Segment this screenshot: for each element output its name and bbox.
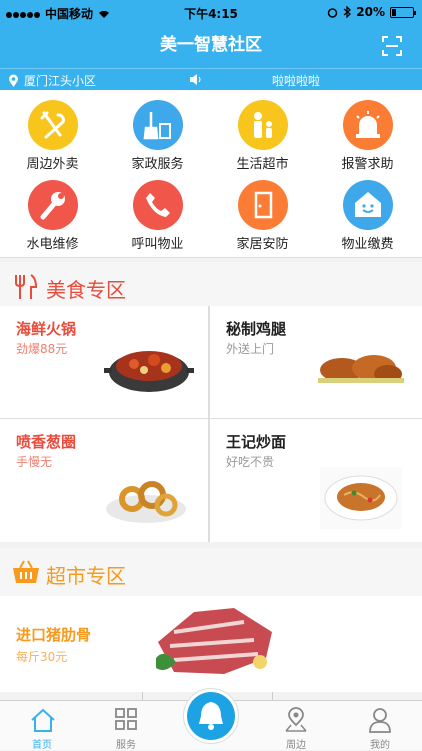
chicken-leg-image [318,355,404,383]
user-icon [369,708,391,733]
tab-label: 首页 [32,740,52,751]
food-section-title: 美食专区 [46,278,126,302]
utensils-icon [28,100,78,150]
food-section: 海鲜火锅 劲爆88元 秘制鸡腿 外送上门 喷香葱圈 手慢无 王记炒面 好吃不贵 [0,306,422,542]
top-bar: 中国移动 下午4:15 20% 美一智慧社区 [0,0,422,68]
market-section: 进口猪肋骨 每斤30元 [0,596,422,700]
food-desc: 外送上门 [226,342,275,356]
family-icon [238,100,288,150]
tab-label: 服务 [116,740,136,751]
status-bar: 中国移动 下午4:15 20% [0,0,422,24]
food-item-onion-rings[interactable]: 喷香葱圈 手慢无 [0,419,208,542]
food-item-hotpot[interactable]: 海鲜火锅 劲爆88元 [0,306,208,418]
battery-percent: 20% [356,5,385,19]
grid-icon [115,708,137,730]
phone-icon [133,180,183,230]
market-section-header: 超市专区 [0,548,422,596]
food-desc: 手慢无 [16,455,53,469]
tab-nearby[interactable]: 周边 [254,700,338,751]
service-label: 物业缴费 [341,237,394,252]
page-title: 美一智慧社区 [160,35,262,55]
announcement-text[interactable]: 啦啦啦啦 [272,72,320,89]
divider [272,692,273,700]
home-icon [31,708,55,732]
door-icon [238,180,288,230]
food-name: 海鲜火锅 [16,320,77,338]
market-section-title: 超市专区 [46,564,126,588]
tab-label: 周边 [286,740,306,751]
alarm-clock-icon [328,7,338,18]
location-selector[interactable]: 厦门江头小区 [8,72,96,89]
service-label: 呼叫物业 [131,237,184,252]
hotpot-image [104,351,194,392]
alarm-icon [343,100,393,150]
food-name: 王记炒面 [226,433,287,451]
pork-ribs-image [156,608,272,674]
location-bar: 厦门江头小区 啦啦啦啦 [0,68,422,90]
food-section-header: 美食专区 [0,262,422,310]
service-alarm[interactable]: 报警求助 [315,90,420,174]
service-supermarket[interactable]: 生活超市 [210,90,315,174]
wrench-icon [28,180,78,230]
basket-icon [13,560,39,583]
market-item-name: 进口猪肋骨 [16,626,92,644]
food-name: 喷香葱圈 [16,433,77,451]
battery-icon [390,6,416,18]
food-desc: 劲爆88元 [16,342,68,356]
service-home-security[interactable]: 家居安防 [210,170,315,254]
service-repair[interactable]: 水电维修 [0,170,105,254]
scan-icon[interactable] [382,36,402,56]
fork-knife-icon [15,274,38,299]
service-label: 水电维修 [26,237,79,252]
service-call-property[interactable]: 呼叫物业 [105,170,210,254]
location-pin-icon [9,74,18,87]
service-housekeeping[interactable]: 家政服务 [105,90,210,174]
food-desc: 好吃不贵 [226,455,275,469]
speaker-icon [190,74,201,85]
fried-noodles-image [320,467,402,529]
tab-home[interactable]: 首页 [0,700,84,751]
tab-label: 我的 [370,740,390,751]
location-name: 厦门江头小区 [24,74,97,88]
divider [142,692,143,700]
service-label: 家居安防 [236,237,289,252]
market-item-pork-ribs[interactable]: 进口猪肋骨 每斤30元 [0,596,422,692]
onion-rings-image [106,481,186,523]
tab-profile[interactable]: 我的 [338,700,422,751]
house-face-icon [343,180,393,230]
food-item-fried-noodles[interactable]: 王记炒面 好吃不贵 [210,419,422,542]
bell-icon [199,702,223,730]
service-takeout[interactable]: 周边外卖 [0,90,105,174]
map-pin-icon [285,707,307,732]
broom-icon [133,100,183,150]
food-name: 秘制鸡腿 [226,320,287,338]
tab-services[interactable]: 服务 [84,700,168,751]
center-bell-button[interactable] [187,692,235,740]
service-grid: 周边外卖 家政服务 生活超市 报警求助 水电维修 呼叫物业 家居安防 物业缴费 [0,90,422,258]
service-property-fee[interactable]: 物业缴费 [315,170,420,254]
bluetooth-icon [343,6,352,18]
food-item-chicken-leg[interactable]: 秘制鸡腿 外送上门 [210,306,422,418]
market-item-desc: 每斤30元 [16,650,68,664]
